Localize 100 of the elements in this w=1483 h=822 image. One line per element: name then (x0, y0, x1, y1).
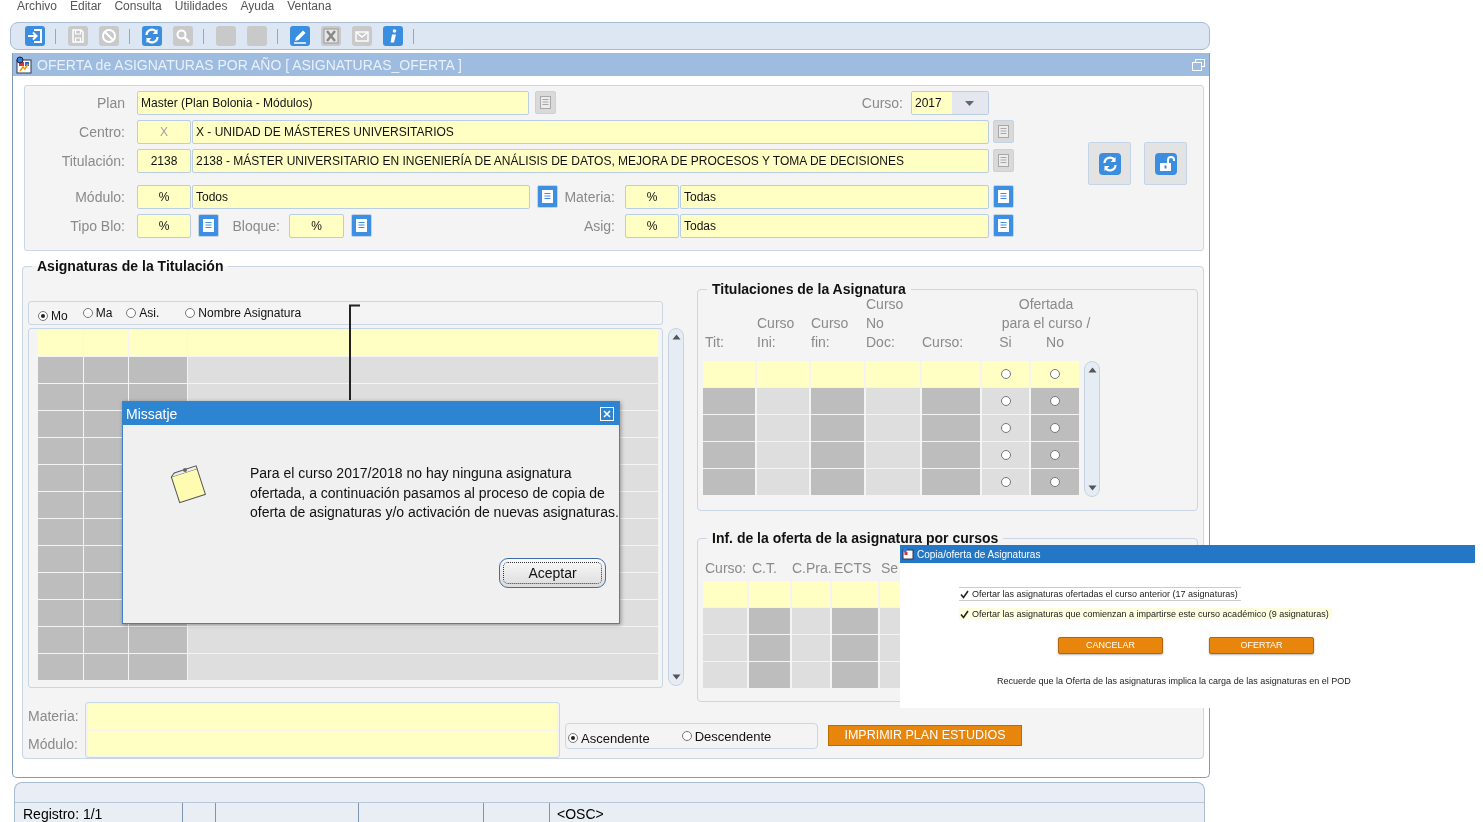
radio-button[interactable]: Ma (82, 306, 113, 320)
course-field[interactable]: Todas (680, 214, 989, 238)
radio-button[interactable] (1000, 450, 1011, 460)
table-cell[interactable] (1031, 388, 1079, 414)
radio-button[interactable] (1000, 369, 1011, 379)
exit-button[interactable] (25, 26, 45, 46)
table-cell[interactable] (1031, 415, 1079, 441)
table-cell[interactable] (38, 654, 83, 680)
table-cell[interactable] (38, 519, 83, 545)
table-cell[interactable] (749, 581, 790, 607)
list-button[interactable] (351, 214, 372, 237)
table-cell[interactable] (38, 573, 83, 599)
table-cell[interactable] (757, 388, 809, 414)
code-field[interactable]: 2138 (137, 149, 191, 173)
table-cell[interactable] (188, 654, 658, 680)
table-cell[interactable] (749, 662, 790, 688)
table-cell[interactable] (38, 465, 83, 491)
table-cell[interactable] (1031, 469, 1079, 495)
table-cell[interactable] (129, 357, 187, 383)
list-button[interactable] (537, 185, 558, 208)
radio-button[interactable] (1000, 423, 1011, 433)
table-cell[interactable] (832, 608, 878, 634)
list-button[interactable] (993, 214, 1014, 237)
checkbox[interactable]: Ofertar las asignaturas ofertadas el curso anterior (17 asignaturas) (959, 587, 1241, 601)
table-cell[interactable] (129, 627, 187, 653)
table-cell[interactable] (703, 361, 755, 387)
menu-item[interactable]: Consulta (114, 0, 162, 14)
table-cell[interactable] (982, 388, 1029, 414)
scrollbar[interactable] (1084, 361, 1100, 497)
module-field[interactable]: Todos (192, 185, 530, 209)
radio-button[interactable]: Descendente (681, 728, 772, 744)
table-cell[interactable] (703, 581, 747, 607)
table-cell[interactable] (757, 361, 809, 387)
radio-button[interactable] (1050, 396, 1060, 406)
table-cell[interactable] (38, 357, 83, 383)
table-cell[interactable] (188, 357, 658, 383)
table-cell[interactable] (832, 635, 878, 661)
checkbox[interactable]: Ofertar las asignaturas que comienzan a impartirse este curso académico (9 asignaturas) (959, 608, 1332, 620)
close-button[interactable] (600, 406, 614, 421)
menu-item[interactable]: Ventana (287, 0, 332, 14)
radio-button[interactable] (1050, 369, 1060, 379)
table-cell[interactable] (982, 415, 1029, 441)
table-cell[interactable] (703, 388, 755, 414)
plan-field[interactable]: Master (Plan Bolonia - Módulos) (137, 91, 529, 115)
code-field[interactable]: % (137, 214, 191, 238)
table-cell[interactable] (792, 608, 830, 634)
center-field[interactable]: X - UNIDAD DE MÁSTERES UNIVERSITARIOS (192, 120, 989, 144)
table-cell[interactable] (188, 330, 658, 356)
menu-item[interactable]: Archivo (17, 0, 57, 14)
radio-button[interactable] (1050, 450, 1060, 460)
subject-field[interactable]: Todas (680, 185, 989, 209)
table-cell[interactable] (922, 361, 980, 387)
refresh-button[interactable] (142, 26, 162, 46)
table-cell[interactable] (811, 442, 864, 468)
table-cell[interactable] (38, 600, 83, 626)
table-cell[interactable] (38, 627, 83, 653)
degree-field[interactable]: 2138 - MÁSTER UNIVERSITARIO EN INGENIERÍA DE ANÁLISIS DE DATOS, MEJORA DE PROCESOS Y TOMA DE DECISIONES (192, 149, 989, 173)
table-cell[interactable] (832, 581, 878, 607)
table-cell[interactable] (811, 469, 864, 495)
list-button[interactable] (993, 185, 1014, 208)
table-cell[interactable] (811, 361, 864, 387)
table-cell[interactable] (866, 361, 920, 387)
radio-button[interactable]: Mo (38, 308, 68, 323)
table-cell[interactable] (84, 627, 128, 653)
table-cell[interactable] (749, 635, 790, 661)
table-cell[interactable] (703, 415, 755, 441)
code-field[interactable]: % (625, 185, 679, 209)
unlock-button[interactable] (1144, 142, 1187, 185)
code-field[interactable]: % (625, 214, 679, 238)
accept-button[interactable]: Aceptar (499, 557, 606, 588)
table-cell[interactable] (982, 442, 1029, 468)
table-cell[interactable] (832, 662, 878, 688)
list-button[interactable] (198, 214, 219, 237)
radio-button[interactable]: Nombre Asignatura (185, 306, 302, 320)
menu-item[interactable]: Ayuda (240, 0, 275, 14)
table-cell[interactable] (1031, 361, 1079, 387)
table-cell[interactable] (38, 438, 83, 464)
table-cell[interactable] (84, 654, 128, 680)
table-cell[interactable] (129, 654, 187, 680)
scrollbar[interactable] (668, 328, 684, 686)
table-cell[interactable] (811, 388, 864, 414)
radio-button[interactable]: Ascendente (568, 730, 650, 746)
module-field[interactable] (88, 730, 557, 756)
table-cell[interactable] (922, 469, 980, 495)
edit-button[interactable] (290, 26, 310, 46)
table-cell[interactable] (84, 357, 128, 383)
table-cell[interactable] (38, 411, 83, 437)
menu-item[interactable]: Editar (70, 0, 102, 14)
table-cell[interactable] (982, 469, 1029, 495)
course-select[interactable]: 2017 (911, 91, 989, 115)
table-cell[interactable] (866, 388, 920, 414)
table-cell[interactable] (38, 384, 83, 410)
table-cell[interactable] (749, 608, 790, 634)
table-cell[interactable] (982, 361, 1029, 387)
table-cell[interactable] (703, 469, 755, 495)
radio-button[interactable] (1000, 396, 1011, 406)
refresh-button[interactable] (1088, 142, 1131, 185)
radio-button[interactable] (1050, 423, 1060, 433)
table-cell[interactable] (703, 442, 755, 468)
table-cell[interactable] (38, 546, 83, 572)
